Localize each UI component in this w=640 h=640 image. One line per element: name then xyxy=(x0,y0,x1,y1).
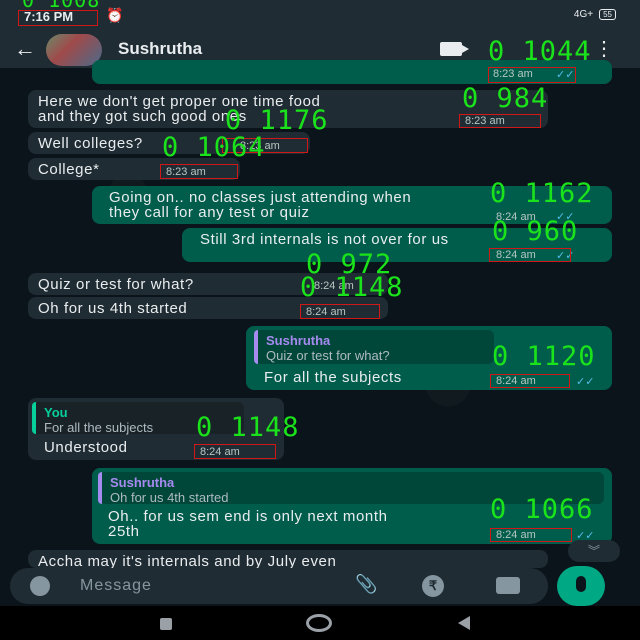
ocr-box-m10 xyxy=(490,528,572,542)
alarm-icon: ⏰ xyxy=(106,7,124,23)
ocr-label-m8: 0 1148 xyxy=(300,272,404,303)
reply-quote[interactable]: Sushrutha Quiz or test for what? xyxy=(254,330,494,364)
ocr-label-m5: 0 1162 xyxy=(490,178,594,209)
read-ticks-icon: ✓✓ xyxy=(576,376,595,388)
ocr-label-m3: 0 1176 xyxy=(225,105,329,136)
message-text: For all the subjects xyxy=(264,369,402,386)
contact-name[interactable]: Sushrutha xyxy=(118,39,202,59)
message-bubble-incoming[interactable]: Accha may it's internals and by July eve… xyxy=(28,550,548,568)
ocr-label-top: 0 1008 xyxy=(22,0,101,12)
attach-icon[interactable]: 📎 xyxy=(355,574,377,595)
ocr-label-m4: 0 1064 xyxy=(162,132,266,163)
quote-author: Sushrutha xyxy=(266,333,331,348)
message-input[interactable]: Message xyxy=(80,577,152,595)
message-text: Accha may it's internals and by July eve… xyxy=(38,553,337,568)
mic-button[interactable] xyxy=(557,566,605,606)
video-call-icon[interactable] xyxy=(440,42,469,56)
camera-icon[interactable] xyxy=(496,577,520,594)
emoji-icon[interactable] xyxy=(30,576,50,596)
ocr-label-m2: 0 984 xyxy=(462,83,549,114)
nav-back-icon[interactable] xyxy=(458,616,470,630)
ocr-box-status-time xyxy=(18,10,98,26)
message-text-block: Oh.. for us sem end is only next month 2… xyxy=(108,509,388,539)
scroll-down-icon[interactable]: ︾ xyxy=(568,540,620,562)
ocr-label-m11: 0 1066 xyxy=(490,494,594,525)
ocr-box-m1 xyxy=(459,114,541,128)
message-text: Understood xyxy=(44,439,128,456)
ocr-box-m9 xyxy=(194,444,276,459)
ocr-label-m10: 0 1148 xyxy=(196,412,300,443)
message-text: 25th xyxy=(108,523,140,540)
message-composer[interactable]: Message 📎 ₹ xyxy=(10,568,548,604)
ocr-box-m5 xyxy=(489,248,571,262)
ocr-label-m9: 0 1120 xyxy=(492,341,596,372)
recents-icon[interactable] xyxy=(160,618,172,630)
quote-text: Quiz or test for what? xyxy=(266,348,390,363)
ocr-box-m7 xyxy=(300,304,380,319)
back-arrow-icon[interactable]: ← xyxy=(14,36,36,62)
message-text: Oh.. for us sem end is only next month xyxy=(108,508,388,525)
network-label: 4G+ xyxy=(573,9,594,20)
more-vert-icon[interactable]: ⋮ xyxy=(594,36,614,61)
home-icon[interactable] xyxy=(306,614,332,632)
battery-icon: 55 xyxy=(599,9,616,20)
ocr-box-m8 xyxy=(490,374,570,388)
quote-author: Sushrutha xyxy=(110,475,175,490)
ocr-box-m3 xyxy=(160,164,238,179)
system-nav-bar xyxy=(0,606,640,640)
status-indicators: 4G+ 55 xyxy=(574,9,616,20)
ocr-box-m0 xyxy=(488,67,576,83)
payment-icon[interactable]: ₹ xyxy=(422,575,444,597)
mic-icon xyxy=(576,576,586,592)
ocr-label-m6: 0 960 xyxy=(492,216,579,247)
ocr-label-m1: 0 1044 xyxy=(488,36,592,67)
